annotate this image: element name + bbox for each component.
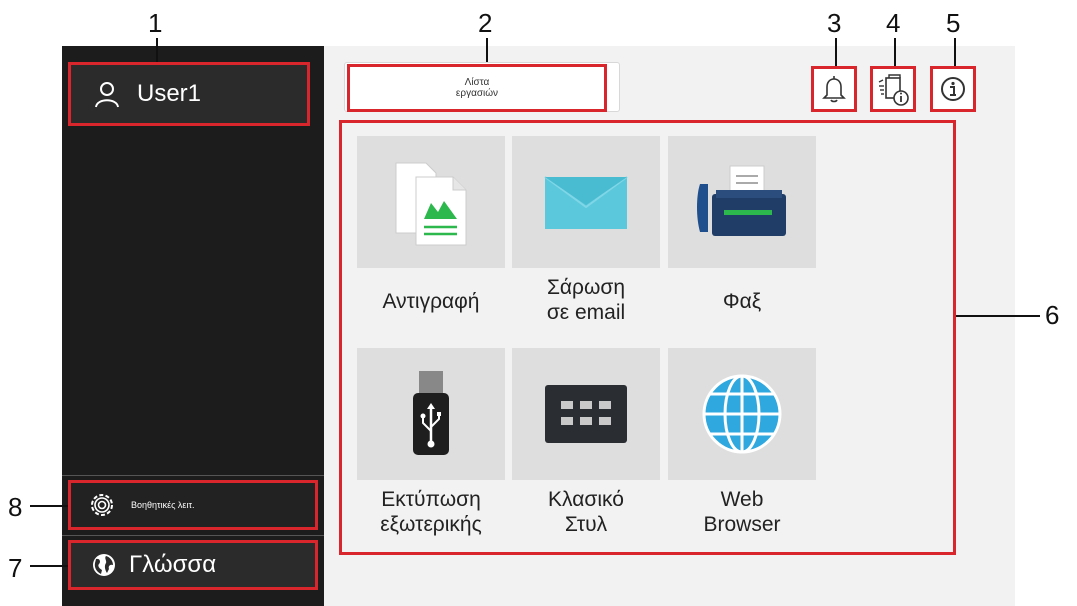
app-external-print-tile[interactable] [357,348,505,480]
callout-3: 3 [827,8,842,38]
keypad-icon [545,385,627,443]
app-web-browser-tile[interactable] [668,348,816,480]
app-fax-tile[interactable] [668,136,816,268]
app-scan-email-tile[interactable] [512,136,660,268]
callout-5: 5 [946,8,961,38]
app-web-browser-label: Web Browser [668,487,816,537]
user-icon [95,82,119,108]
language-button[interactable]: Γλώσσα [68,540,318,590]
app-label-line: Web [720,488,764,511]
usb-icon [413,371,449,455]
job-list-button[interactable]: Λίστα εργασιών [347,64,607,112]
app-copy-tile[interactable] [357,136,505,268]
callout-4: 4 [886,8,901,38]
callout-5-line [954,38,956,66]
globe-icon [93,554,115,576]
app-classic-style-tile[interactable] [512,348,660,480]
callout-6: 6 [1045,300,1060,330]
copy-icon [395,162,467,246]
sidebar-divider [62,535,324,536]
app-label-line: Κλασικό [548,488,624,511]
app-label-line: σε email [546,301,626,324]
app-copy-label: Αντιγραφή [357,289,505,314]
callout-4-line [894,38,896,66]
envelope-icon [544,176,628,229]
app-label-line: Browser [703,513,781,536]
app-scan-email-label: Σάρωση σε email [512,275,660,325]
callout-8: 8 [8,492,23,522]
callout-3-line [835,38,837,66]
app-label-line: Φαξ [722,290,762,313]
callout-6-line [956,315,1040,317]
app-label-line: Στυλ [564,513,608,536]
callout-7: 7 [8,553,23,583]
app-fax-label: Φαξ [668,289,816,314]
callout-1-line [156,38,158,62]
device-info-icon [878,74,909,106]
callout-2: 2 [478,8,493,38]
job-list-label: Λίστα εργασιών [455,77,499,99]
aux-functions-label: Βοηθητικές λειτ. [131,500,195,510]
app-classic-style-label: Κλασικό Στυλ [512,487,660,537]
app-label-line: Αντιγραφή [382,290,480,313]
fax-icon [697,165,786,236]
sidebar-divider [62,475,324,476]
app-label-line: εξωτερικής [380,513,482,536]
language-label: Γλώσσα [129,551,217,578]
gear-icon [91,494,113,516]
device-status-button[interactable] [870,66,916,112]
user-name: User1 [137,80,202,107]
info-button[interactable] [930,66,976,112]
aux-functions-button[interactable]: Βοηθητικές λειτ. [68,480,318,530]
app-label-line: Σάρωση [546,276,626,299]
app-label-line: Εκτύπωση [381,488,481,511]
globe-icon [702,374,782,454]
callout-2-line [486,38,488,64]
bell-icon [822,76,846,103]
callout-1: 1 [148,8,163,38]
user-button[interactable]: User1 [68,62,310,126]
info-icon [941,77,965,101]
app-external-print-label: Εκτύπωση εξωτερικής [357,487,505,537]
callout-8-line [30,505,68,507]
notifications-button[interactable] [811,66,857,112]
callout-7-line [30,565,68,567]
